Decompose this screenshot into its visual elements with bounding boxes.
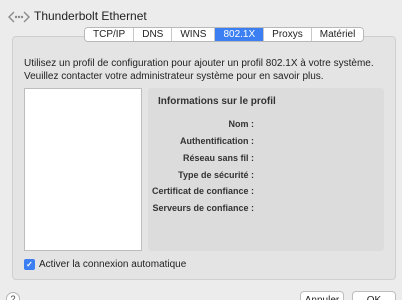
field-security-type-label: Type de sécurité :: [178, 170, 254, 180]
tab-tcpip[interactable]: TCP/IP: [85, 28, 134, 41]
tab-8021x[interactable]: 802.1X: [214, 28, 264, 41]
field-wireless-network-label: Réseau sans fil :: [182, 153, 254, 163]
field-authentication-label: Authentification :: [180, 136, 254, 146]
ok-button[interactable]: OK: [352, 291, 396, 300]
profile-list[interactable]: [24, 88, 142, 251]
tab-wins[interactable]: WINS: [171, 28, 215, 41]
autoconnect-checkbox[interactable]: ✓: [24, 259, 35, 270]
tab-dns[interactable]: DNS: [133, 28, 172, 41]
tab-materiel[interactable]: Matériel: [310, 28, 364, 41]
cancel-button[interactable]: Annuler: [300, 291, 344, 300]
tab-proxys[interactable]: Proxys: [263, 28, 311, 41]
network-interface-icon: [8, 11, 30, 23]
tab-bar: TCP/IP DNS WINS 802.1X Proxys Matériel: [84, 27, 365, 42]
field-name-label: Nom :: [228, 119, 255, 129]
field-trusted-certificate-label: Certificat de confiance :: [151, 186, 254, 196]
field-trusted-servers-label: Serveurs de confiance :: [152, 203, 254, 213]
interface-title: Thunderbolt Ethernet: [34, 9, 147, 23]
autoconnect-option[interactable]: ✓ Activer la connexion automatique: [24, 259, 186, 270]
intro-text: Utilisez un profil de configuration pour…: [24, 58, 374, 82]
profile-info-title: Informations sur le profil: [158, 96, 276, 107]
help-button[interactable]: ?: [6, 292, 20, 300]
autoconnect-label: Activer la connexion automatique: [39, 259, 187, 270]
profile-info-panel: Informations sur le profil Nom : Authent…: [148, 88, 384, 251]
